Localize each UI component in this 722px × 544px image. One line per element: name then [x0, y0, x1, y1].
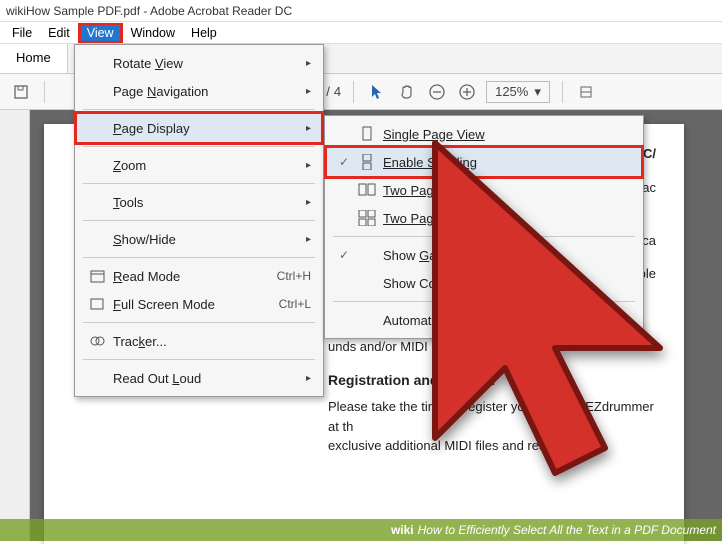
full-screen-icon — [85, 298, 109, 310]
check-icon: ✓ — [335, 155, 353, 169]
single-page-icon — [353, 126, 381, 142]
zoom-combo[interactable]: 125% ▾ — [486, 81, 550, 103]
save-icon[interactable] — [10, 81, 32, 103]
menu-read-out-loud[interactable]: Read Out Loud▸ — [77, 364, 321, 392]
zoom-value: 125% — [495, 84, 528, 99]
submenu-two-page[interactable]: Two Page View — [327, 176, 641, 204]
menu-full-screen[interactable]: Full Screen Mode Ctrl+L — [77, 290, 321, 318]
submenu-auto-scroll[interactable]: Automatically Scrol — [327, 306, 641, 334]
highlight-view-menu: View — [78, 23, 123, 43]
page-total: 4 — [334, 84, 341, 99]
menu-page-navigation[interactable]: Page Navigation▸ — [77, 77, 321, 105]
submenu-show-gaps[interactable]: ✓ Show Gaps Betwee — [327, 241, 641, 269]
menu-help[interactable]: Help — [183, 23, 225, 43]
submenu-show-cover[interactable]: Show Cover Page i — [327, 269, 641, 297]
window-title: wikiHow Sample PDF.pdf - Adobe Acrobat R… — [6, 4, 292, 18]
zoom-out-icon[interactable] — [426, 81, 448, 103]
footer-watermark: wiki How to Efficiently Select All the T… — [0, 519, 722, 541]
two-page-scroll-icon — [353, 210, 381, 226]
doc-heading: Registration and support — [328, 370, 660, 391]
menu-show-hide[interactable]: Show/Hide▸ — [77, 225, 321, 253]
view-dropdown: Rotate View▸ Page Navigation▸ Page Displ… — [74, 44, 324, 397]
zoom-in-icon[interactable] — [456, 81, 478, 103]
menu-bar: File Edit View Window Help — [0, 22, 722, 44]
menu-zoom[interactable]: Zoom▸ — [77, 151, 321, 179]
menu-tools[interactable]: Tools▸ — [77, 188, 321, 216]
tab-home[interactable]: Home — [0, 44, 68, 73]
fit-width-icon[interactable] — [575, 81, 597, 103]
menu-read-mode[interactable]: Read Mode Ctrl+H — [77, 262, 321, 290]
submenu-two-page-scrolling[interactable]: Two Page Scrolling — [327, 204, 641, 232]
footer-brand: wiki — [391, 523, 414, 537]
menu-edit[interactable]: Edit — [40, 23, 78, 43]
tracker-icon — [85, 335, 109, 347]
enable-scrolling-icon — [353, 154, 381, 170]
submenu-single-page[interactable]: Single Page View — [327, 120, 641, 148]
menu-window[interactable]: Window — [123, 23, 183, 43]
check-icon: ✓ — [335, 248, 353, 262]
hand-tool-icon[interactable] — [396, 81, 418, 103]
window-titlebar: wikiHow Sample PDF.pdf - Adobe Acrobat R… — [0, 0, 722, 22]
footer-text: How to Efficiently Select All the Text i… — [418, 523, 716, 537]
page-display-submenu: Single Page View ✓ Enable Scrolling Two … — [324, 115, 644, 339]
menu-rotate-view[interactable]: Rotate View▸ — [77, 49, 321, 77]
two-page-icon — [353, 183, 381, 197]
menu-tracker[interactable]: Tracker... — [77, 327, 321, 355]
menu-page-display[interactable]: Page Display▸ — [77, 114, 321, 142]
chevron-down-icon: ▾ — [534, 84, 541, 100]
menu-file[interactable]: File — [4, 23, 40, 43]
submenu-enable-scrolling[interactable]: ✓ Enable Scrolling — [327, 148, 641, 176]
menu-view[interactable]: View — [81, 25, 120, 41]
read-mode-icon — [85, 270, 109, 283]
side-gutter — [0, 110, 30, 541]
selection-arrow-icon[interactable] — [366, 81, 388, 103]
